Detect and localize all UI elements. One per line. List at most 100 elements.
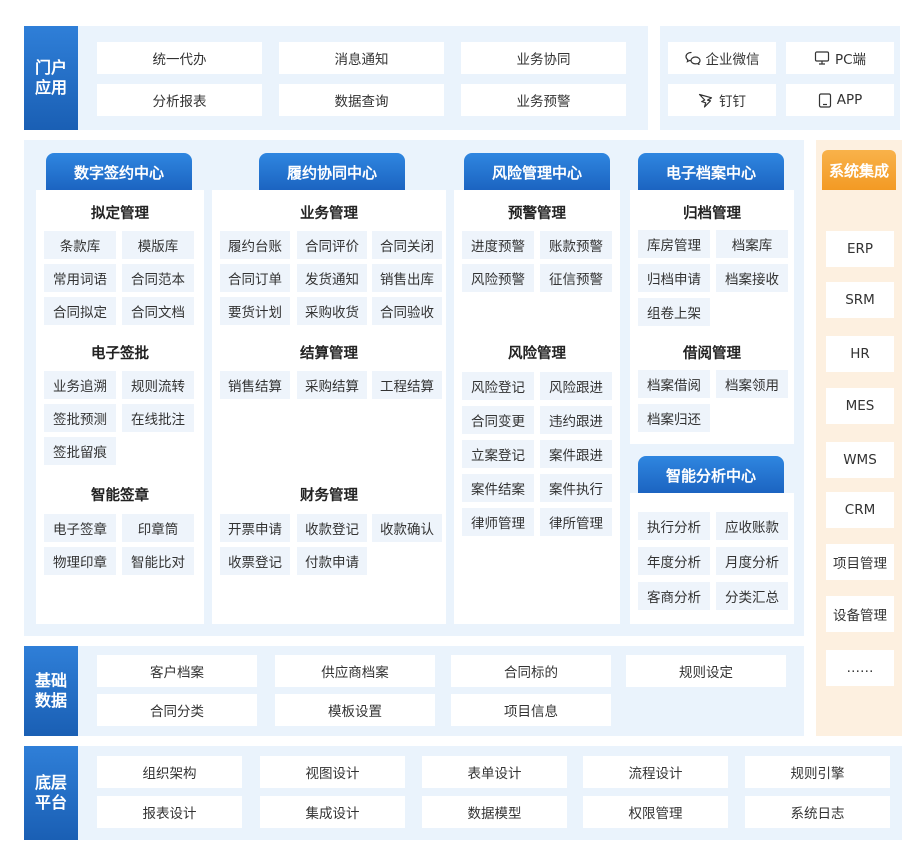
base-rule-setting[interactable]: 规则设定 <box>626 655 786 687</box>
item-sales-outbound[interactable]: 销售出库 <box>372 264 442 292</box>
item-invoice-apply[interactable]: 开票申请 <box>220 514 290 542</box>
item-demand-plan[interactable]: 要货计划 <box>220 297 290 325</box>
item-contract-docs[interactable]: 合同文档 <box>122 297 194 325</box>
tab-archive-center[interactable]: 电子档案中心 <box>638 153 784 191</box>
portal-cell-query[interactable]: 数据查询 <box>279 84 444 116</box>
item-seal-tube[interactable]: 印章筒 <box>122 514 194 542</box>
item-contract-evaluation[interactable]: 合同评价 <box>297 231 367 259</box>
item-contract-sample[interactable]: 合同范本 <box>122 264 194 292</box>
item-case-execution[interactable]: 案件执行 <box>540 474 612 502</box>
item-risk-register[interactable]: 风险登记 <box>462 372 534 400</box>
item-online-annotate[interactable]: 在线批注 <box>122 404 194 432</box>
system-wms[interactable]: WMS <box>826 442 894 478</box>
base-template-setting[interactable]: 模板设置 <box>275 694 435 726</box>
item-progress-warning[interactable]: 进度预警 <box>462 231 534 259</box>
item-case-closing[interactable]: 案件结案 <box>462 474 534 502</box>
channel-dingtalk[interactable]: 钉钉 <box>668 84 776 116</box>
item-contract-drafting[interactable]: 合同拟定 <box>44 297 116 325</box>
platform-permission-mgmt[interactable]: 权限管理 <box>583 796 728 828</box>
item-category-summary[interactable]: 分类汇总 <box>716 582 788 610</box>
system-project-mgmt[interactable]: 项目管理 <box>826 544 894 580</box>
item-clause-library[interactable]: 条款库 <box>44 231 116 259</box>
portal-cell-message[interactable]: 消息通知 <box>279 42 444 74</box>
portal-cell-todo[interactable]: 统一代办 <box>97 42 262 74</box>
platform-integration-design[interactable]: 集成设计 <box>260 796 405 828</box>
item-payment-warning[interactable]: 账款预警 <box>540 231 612 259</box>
item-breach-followup[interactable]: 违约跟进 <box>540 406 612 434</box>
channel-wecom[interactable]: 企业微信 <box>668 42 776 74</box>
system-erp[interactable]: ERP <box>826 231 894 267</box>
item-payment-apply[interactable]: 付款申请 <box>297 547 367 575</box>
item-contract-close[interactable]: 合同关闭 <box>372 231 442 259</box>
item-purchase-settlement[interactable]: 采购结算 <box>297 371 367 399</box>
system-hr[interactable]: HR <box>826 336 894 372</box>
base-project-info[interactable]: 项目信息 <box>451 694 611 726</box>
platform-view-design[interactable]: 视图设计 <box>260 756 405 788</box>
item-case-followup[interactable]: 案件跟进 <box>540 440 612 468</box>
tab-risk-center[interactable]: 风险管理中心 <box>464 153 610 191</box>
item-receipt-confirm[interactable]: 收款确认 <box>372 514 442 542</box>
item-volume-shelving[interactable]: 组卷上架 <box>638 298 710 326</box>
base-contract-subject[interactable]: 合同标的 <box>451 655 611 687</box>
platform-rule-engine[interactable]: 规则引擎 <box>745 756 890 788</box>
item-warehouse-mgmt[interactable]: 库房管理 <box>638 230 710 258</box>
platform-org-structure[interactable]: 组织架构 <box>97 756 242 788</box>
item-lawfirm-mgmt[interactable]: 律所管理 <box>540 508 612 536</box>
item-e-seal[interactable]: 电子签章 <box>44 514 116 542</box>
item-credit-warning[interactable]: 征信预警 <box>540 264 612 292</box>
base-customer-archive[interactable]: 客户档案 <box>97 655 257 687</box>
item-case-filing[interactable]: 立案登记 <box>462 440 534 468</box>
tab-analysis-center[interactable]: 智能分析中心 <box>638 456 784 494</box>
portal-cell-collab[interactable]: 业务协同 <box>461 42 626 74</box>
item-monthly-analysis[interactable]: 月度分析 <box>716 547 788 575</box>
item-risk-followup[interactable]: 风险跟进 <box>540 372 612 400</box>
item-perform-ledger[interactable]: 履约台账 <box>220 231 290 259</box>
item-risk-warning[interactable]: 风险预警 <box>462 264 534 292</box>
item-receivables[interactable]: 应收账款 <box>716 512 788 540</box>
item-template-library[interactable]: 模版库 <box>122 231 194 259</box>
item-contract-change[interactable]: 合同变更 <box>462 406 534 434</box>
item-archive-receive[interactable]: 档案接收 <box>716 264 788 292</box>
item-common-phrases[interactable]: 常用词语 <box>44 264 116 292</box>
item-partner-analysis[interactable]: 客商分析 <box>638 582 710 610</box>
item-delivery-notice[interactable]: 发货通知 <box>297 264 367 292</box>
item-approval-trace[interactable]: 签批留痕 <box>44 437 116 465</box>
channel-pc[interactable]: PC端 <box>786 42 894 74</box>
system-srm[interactable]: SRM <box>826 282 894 318</box>
item-receipt-register[interactable]: 收款登记 <box>297 514 367 542</box>
item-approval-predict[interactable]: 签批预测 <box>44 404 116 432</box>
item-contract-order[interactable]: 合同订单 <box>220 264 290 292</box>
platform-system-log[interactable]: 系统日志 <box>745 796 890 828</box>
channel-app[interactable]: APP <box>786 84 894 116</box>
platform-form-design[interactable]: 表单设计 <box>422 756 567 788</box>
item-rule-flow[interactable]: 规则流转 <box>122 371 194 399</box>
item-invoice-register[interactable]: 收票登记 <box>220 547 290 575</box>
system-crm[interactable]: CRM <box>826 492 894 528</box>
portal-cell-report[interactable]: 分析报表 <box>97 84 262 116</box>
item-execution-analysis[interactable]: 执行分析 <box>638 512 710 540</box>
tab-sign-center[interactable]: 数字签约中心 <box>46 153 192 191</box>
platform-data-model[interactable]: 数据模型 <box>422 796 567 828</box>
item-sales-settlement[interactable]: 销售结算 <box>220 371 290 399</box>
item-archive-return[interactable]: 档案归还 <box>638 404 710 432</box>
base-supplier-archive[interactable]: 供应商档案 <box>275 655 435 687</box>
system-equipment-mgmt[interactable]: 设备管理 <box>826 596 894 632</box>
item-archive-library[interactable]: 档案库 <box>716 230 788 258</box>
item-business-trace[interactable]: 业务追溯 <box>44 371 116 399</box>
item-annual-analysis[interactable]: 年度分析 <box>638 547 710 575</box>
platform-report-design[interactable]: 报表设计 <box>97 796 242 828</box>
item-archive-claim[interactable]: 档案领用 <box>716 370 788 398</box>
item-project-settlement[interactable]: 工程结算 <box>372 371 442 399</box>
tab-perform-center[interactable]: 履约协同中心 <box>259 153 405 191</box>
item-contract-acceptance[interactable]: 合同验收 <box>372 297 442 325</box>
item-purchase-receive[interactable]: 采购收货 <box>297 297 367 325</box>
system-more[interactable]: …… <box>826 650 894 686</box>
item-physical-seal[interactable]: 物理印章 <box>44 547 116 575</box>
item-lawyer-mgmt[interactable]: 律师管理 <box>462 508 534 536</box>
portal-cell-warning[interactable]: 业务预警 <box>461 84 626 116</box>
item-smart-compare[interactable]: 智能比对 <box>122 547 194 575</box>
base-contract-category[interactable]: 合同分类 <box>97 694 257 726</box>
item-archive-borrow[interactable]: 档案借阅 <box>638 370 710 398</box>
system-mes[interactable]: MES <box>826 388 894 424</box>
item-filing-apply[interactable]: 归档申请 <box>638 264 710 292</box>
